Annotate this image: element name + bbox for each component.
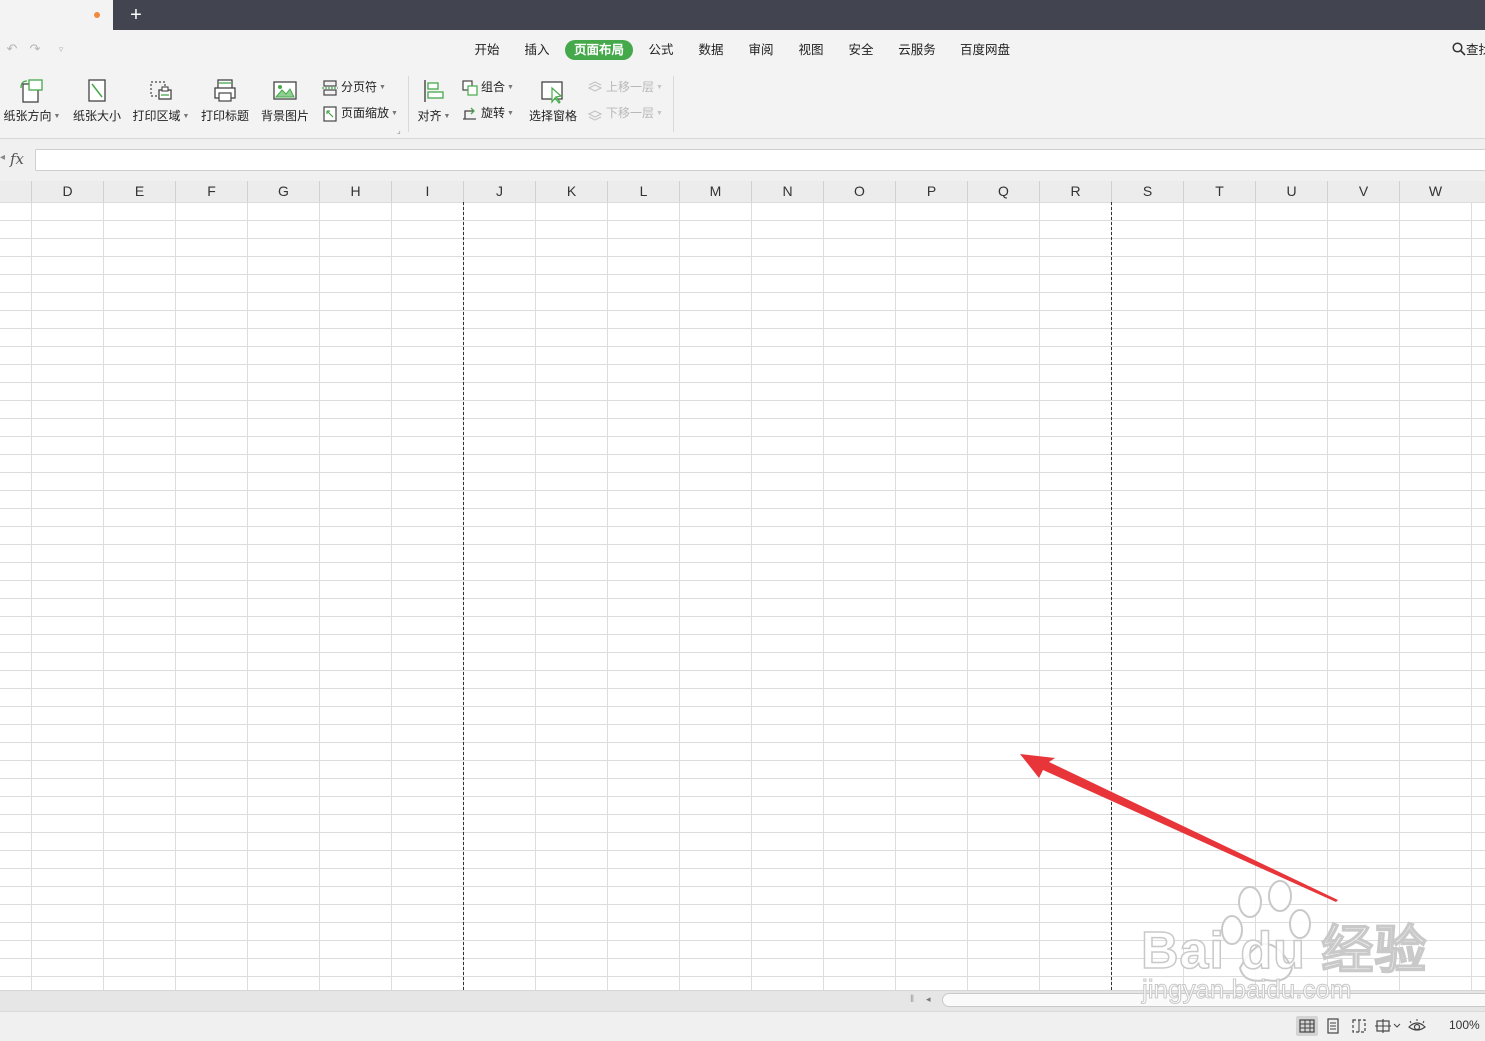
orientation-icon xyxy=(20,79,43,103)
page-setup-launcher-icon[interactable]: ⌟ xyxy=(397,126,401,135)
paper-size-label: 纸张大小 xyxy=(72,109,121,123)
column-header-p[interactable]: P xyxy=(895,181,967,202)
menu-review[interactable]: 审阅 xyxy=(742,40,780,60)
column-header-q[interactable]: Q xyxy=(967,181,1039,202)
background-image-icon xyxy=(273,81,297,100)
paper-size-icon xyxy=(88,79,106,102)
column-header-i[interactable]: I xyxy=(391,181,463,202)
menu-baidu-netdisk[interactable]: 百度网盘 xyxy=(955,40,1015,60)
menu-view[interactable]: 视图 xyxy=(792,40,830,60)
menu-security[interactable]: 安全 xyxy=(842,40,880,60)
align-icon xyxy=(424,80,444,102)
page-zoom-button[interactable]: 页面缩放 ▼ xyxy=(322,103,398,123)
menu-home[interactable]: 开始 xyxy=(468,40,506,60)
background-image-label: 背景图片 xyxy=(260,109,309,123)
search-label: 查找 xyxy=(1466,43,1485,57)
bring-forward-icon xyxy=(587,81,603,92)
menu-formulas[interactable]: 公式 xyxy=(642,40,680,60)
normal-view-icon[interactable] xyxy=(1296,1016,1318,1036)
column-header-r[interactable]: R xyxy=(1039,181,1111,202)
undo-icon[interactable]: ↶ xyxy=(4,40,20,58)
group-icon xyxy=(462,80,478,96)
new-tab-button[interactable]: + xyxy=(126,3,146,27)
menu-insert[interactable]: 插入 xyxy=(518,40,556,60)
send-backward-button[interactable]: 下移一层 ▼ xyxy=(587,103,663,123)
bring-forward-button[interactable]: 上移一层 ▼ xyxy=(587,77,663,97)
column-header-l[interactable]: L xyxy=(607,181,679,202)
annotation-arrow xyxy=(1020,754,1338,902)
formula-input[interactable] xyxy=(35,149,1485,171)
selection-pane-button[interactable]: 选择窗格 xyxy=(525,74,581,134)
column-header-h[interactable]: H xyxy=(319,181,391,202)
search-button[interactable]: 查找 xyxy=(1452,40,1485,60)
align-label: 对齐 xyxy=(417,109,442,123)
search-icon xyxy=(1452,42,1466,56)
paper-size-button[interactable]: 纸张大小 xyxy=(70,74,124,134)
name-box-dropdown-icon[interactable]: ◂ xyxy=(0,152,5,163)
column-header-n[interactable]: N xyxy=(751,181,823,202)
column-header-k[interactable]: K xyxy=(535,181,607,202)
column-header-j[interactable]: J xyxy=(463,181,535,202)
page-break-preview-icon[interactable] xyxy=(1348,1016,1370,1036)
column-header-u[interactable]: U xyxy=(1255,181,1327,202)
ribbon-separator xyxy=(673,76,674,132)
selection-pane-icon xyxy=(541,81,563,104)
rotate-icon xyxy=(463,107,476,120)
zoom-level[interactable]: 100% xyxy=(1449,1018,1480,1032)
column-header-o[interactable]: O xyxy=(823,181,895,202)
page-break-icon xyxy=(322,80,338,96)
print-area-icon xyxy=(150,81,172,100)
scroll-left-icon[interactable]: ◂ xyxy=(926,994,931,1005)
page-break-button[interactable]: 分页符 ▼ xyxy=(322,77,386,97)
status-bar xyxy=(0,1011,1485,1041)
watermark-url: jingyan.baidu.com xyxy=(1142,974,1353,1005)
page-zoom-icon xyxy=(323,106,337,122)
column-header-t[interactable]: T xyxy=(1183,181,1255,202)
title-bar xyxy=(0,0,1485,30)
background-image-button[interactable]: 背景图片 xyxy=(257,74,313,134)
page-layout-view-icon[interactable] xyxy=(1322,1016,1344,1036)
eye-protection-icon[interactable] xyxy=(1406,1016,1428,1036)
bring-forward-label: 上移一层 xyxy=(606,80,655,94)
page-break-label: 分页符 xyxy=(341,80,378,94)
print-area-button[interactable]: 打印区域 ▼ xyxy=(130,74,192,134)
customize-quick-access-icon[interactable]: ▿ xyxy=(53,40,69,58)
print-titles-button[interactable]: 打印标题 xyxy=(197,74,253,134)
split-handle-icon[interactable]: ‖ xyxy=(910,994,914,1005)
column-header-v[interactable]: V xyxy=(1327,181,1399,202)
column-header-w[interactable]: W xyxy=(1399,181,1471,202)
column-header-g[interactable]: G xyxy=(247,181,319,202)
menu-data[interactable]: 数据 xyxy=(692,40,730,60)
column-header-s[interactable]: S xyxy=(1111,181,1183,202)
reading-mode-icon[interactable] xyxy=(1374,1016,1402,1036)
column-header-d[interactable]: D xyxy=(31,181,103,202)
orientation-button[interactable]: 纸张方向 ▼ xyxy=(2,74,62,134)
group-button[interactable]: 组合 ▼ xyxy=(462,77,514,97)
print-titles-icon xyxy=(214,79,236,102)
send-backward-label: 下移一层 xyxy=(606,106,655,120)
print-titles-label: 打印标题 xyxy=(200,109,249,123)
watermark-brand: Bai du 经验 xyxy=(1140,921,1428,981)
page-break-line xyxy=(463,202,464,990)
orientation-label: 纸张方向 xyxy=(3,109,52,123)
page-zoom-label: 页面缩放 xyxy=(341,106,390,120)
rotate-button[interactable]: 旋转 ▼ xyxy=(462,103,514,123)
redo-icon[interactable]: ↷ xyxy=(27,40,43,58)
ribbon-separator xyxy=(408,76,409,132)
column-header-m[interactable]: M xyxy=(679,181,751,202)
rotate-label: 旋转 xyxy=(481,106,506,120)
print-area-label: 打印区域 xyxy=(132,109,181,123)
group-label: 组合 xyxy=(481,80,506,94)
menu-page-layout[interactable]: 页面布局 xyxy=(565,40,633,60)
align-button[interactable]: 对齐 ▼ xyxy=(414,74,454,134)
function-icon[interactable]: fx xyxy=(10,150,24,168)
column-header-e[interactable]: E xyxy=(103,181,175,202)
unsaved-dot-icon xyxy=(94,12,100,18)
column-header-f[interactable]: F xyxy=(175,181,247,202)
menu-cloud-service[interactable]: 云服务 xyxy=(893,40,941,60)
selection-pane-label: 选择窗格 xyxy=(528,109,577,123)
send-backward-icon xyxy=(587,110,603,121)
